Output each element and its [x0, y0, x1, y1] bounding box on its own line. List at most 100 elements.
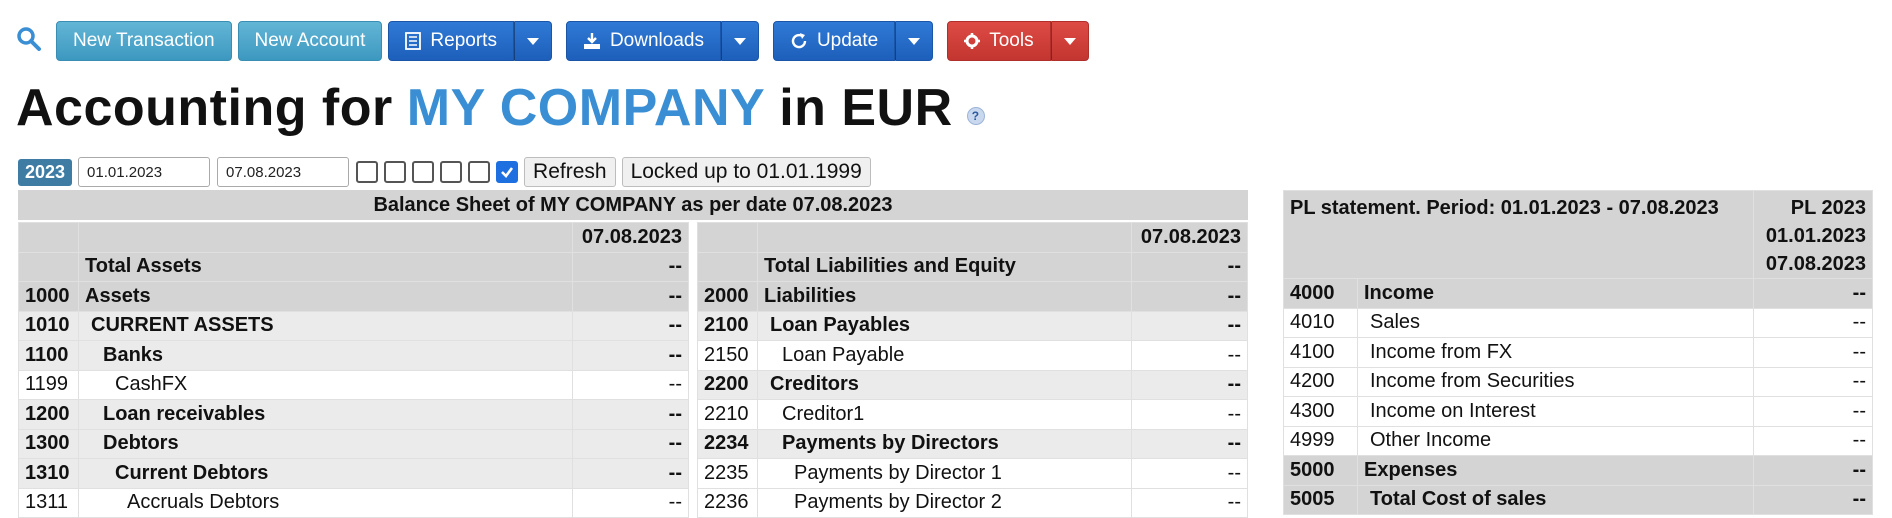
table-row[interactable]: 5000 Expenses -- [1283, 455, 1873, 486]
table-row[interactable]: 4999 Other Income -- [1283, 425, 1873, 456]
table-row[interactable]: 1000 Assets -- [18, 281, 689, 312]
pl-title: PL statement. Period: 01.01.2023 - 07.08… [1283, 190, 1754, 279]
table-row[interactable]: 1200 Loan receivables -- [18, 399, 689, 430]
filter-checkbox[interactable] [412, 161, 435, 183]
table-row[interactable]: 2234 Payments by Directors -- [697, 428, 1248, 459]
pl-column-header-line: 01.01.2023 [1765, 225, 1866, 247]
account-name: Payments by Director 2 [757, 487, 1132, 518]
search-icon[interactable] [14, 24, 44, 54]
refresh-icon [790, 32, 808, 50]
account-value: -- [1131, 251, 1248, 282]
filter-checkbox[interactable] [356, 161, 379, 183]
account-code: 5005 [1283, 484, 1358, 515]
new-transaction-button[interactable]: New Transaction [56, 21, 232, 61]
locked-button[interactable]: Locked up to 01.01.1999 [621, 157, 871, 187]
tools-dropdown-toggle[interactable] [1050, 21, 1089, 61]
balance-sheet-title: Balance Sheet of MY COMPANY as per date … [18, 190, 1248, 220]
pl-column-header: PL 2023 01.01.2023 07.08.2023 [1753, 190, 1873, 279]
toolbar: New Transaction New Account Reports Down… [14, 20, 1103, 62]
table-row[interactable]: 4300 Income on Interest -- [1283, 396, 1873, 427]
table-row[interactable]: 4010 Sales -- [1283, 307, 1873, 338]
account-code: 2000 [697, 281, 758, 312]
table-row[interactable]: 2150 Loan Payable -- [697, 340, 1248, 371]
account-name: Payments by Director 1 [757, 458, 1132, 489]
year-badge[interactable]: 2023 [18, 158, 73, 186]
account-name: Current Debtors [78, 458, 573, 489]
caret-down-icon [1063, 37, 1076, 45]
check-icon [501, 167, 514, 178]
date-to-input[interactable] [217, 157, 350, 187]
account-code: 2100 [697, 310, 758, 341]
table-row[interactable]: 4100 Income from FX -- [1283, 337, 1873, 368]
account-value: -- [1753, 278, 1873, 309]
account-code: 2236 [697, 487, 758, 518]
account-name: Accruals Debtors [78, 487, 573, 518]
update-dropdown-toggle[interactable] [895, 21, 934, 61]
table-row[interactable]: 2200 Creditors -- [697, 369, 1248, 400]
table-header-row: 07.08.2023 [18, 222, 689, 253]
table-row[interactable]: 1300 Debtors -- [18, 428, 689, 459]
account-value: -- [1131, 369, 1248, 400]
table-row[interactable]: 2000 Liabilities -- [697, 281, 1248, 312]
pl-column-header-line: PL 2023 [1790, 197, 1866, 219]
refresh-button[interactable]: Refresh [524, 157, 616, 187]
tools-button[interactable]: Tools [947, 21, 1051, 61]
account-value: -- [1131, 428, 1248, 459]
account-name: Loan Payables [757, 310, 1132, 341]
table-row[interactable]: 1100 Banks -- [18, 340, 689, 371]
account-name: Assets [78, 281, 573, 312]
filter-checkbox[interactable] [496, 161, 519, 183]
account-name: Creditors [757, 369, 1132, 400]
account-code: 4300 [1283, 396, 1358, 427]
tools-split-button: Tools [947, 21, 1089, 61]
table-row[interactable]: 1010 CURRENT ASSETS -- [18, 310, 689, 341]
account-code: 1310 [18, 458, 79, 489]
table-row[interactable]: 1310 Current Debtors -- [18, 458, 689, 489]
reports-button[interactable]: Reports [388, 21, 514, 61]
account-value: -- [572, 428, 689, 459]
account-value: -- [1753, 396, 1873, 427]
reports-dropdown-toggle[interactable] [513, 21, 552, 61]
account-code: 2150 [697, 340, 758, 371]
table-row[interactable]: Total Assets -- [18, 251, 689, 282]
table-row[interactable]: 5005 Total Cost of sales -- [1283, 484, 1873, 515]
table-row[interactable]: Total Liabilities and Equity -- [697, 251, 1248, 282]
table-row[interactable]: 2100 Loan Payables -- [697, 310, 1248, 341]
account-value: -- [572, 369, 689, 400]
filter-row: 2023 Refresh Locked up to 01.01.1999 [18, 157, 877, 187]
company-name[interactable]: MY COMPANY [407, 78, 765, 138]
account-name: CURRENT ASSETS [78, 310, 573, 341]
filter-checkbox[interactable] [468, 161, 491, 183]
account-name: Payments by Directors [757, 428, 1132, 459]
page-title: Accounting for MY COMPANY in EUR ? [16, 78, 985, 138]
date-from-input[interactable] [78, 157, 211, 187]
account-name: Total Assets [78, 251, 573, 282]
table-row[interactable]: 2235 Payments by Director 1 -- [697, 458, 1248, 489]
table-row[interactable]: 2210 Creditor1 -- [697, 399, 1248, 430]
reports-label: Reports [430, 30, 497, 51]
table-row[interactable]: 4000 Income -- [1283, 278, 1873, 309]
header-cell [697, 222, 758, 253]
downloads-label: Downloads [609, 30, 704, 51]
table-row[interactable]: 1199 CashFX -- [18, 369, 689, 400]
downloads-button[interactable]: Downloads [565, 21, 721, 61]
filter-checkbox[interactable] [384, 161, 407, 183]
update-label: Update [816, 30, 879, 51]
table-row[interactable]: 1311 Accruals Debtors -- [18, 487, 689, 518]
account-value: -- [1131, 310, 1248, 341]
account-value: -- [1131, 399, 1248, 430]
table-row[interactable]: 4200 Income from Securities -- [1283, 366, 1873, 397]
account-code: 1000 [18, 281, 79, 312]
help-icon[interactable]: ? [966, 107, 985, 125]
filter-checkbox[interactable] [440, 161, 463, 183]
caret-down-icon [908, 37, 921, 45]
account-value: -- [1131, 487, 1248, 518]
table-row[interactable]: 2236 Payments by Director 2 -- [697, 487, 1248, 518]
account-code: 5000 [1283, 455, 1358, 486]
account-code: 4010 [1283, 307, 1358, 338]
update-button[interactable]: Update [772, 21, 896, 61]
downloads-dropdown-toggle[interactable] [720, 21, 759, 61]
account-value: -- [1753, 425, 1873, 456]
liabilities-table: 07.08.2023 Total Liabilities and Equity --… [697, 222, 1248, 518]
new-account-button[interactable]: New Account [237, 21, 383, 61]
